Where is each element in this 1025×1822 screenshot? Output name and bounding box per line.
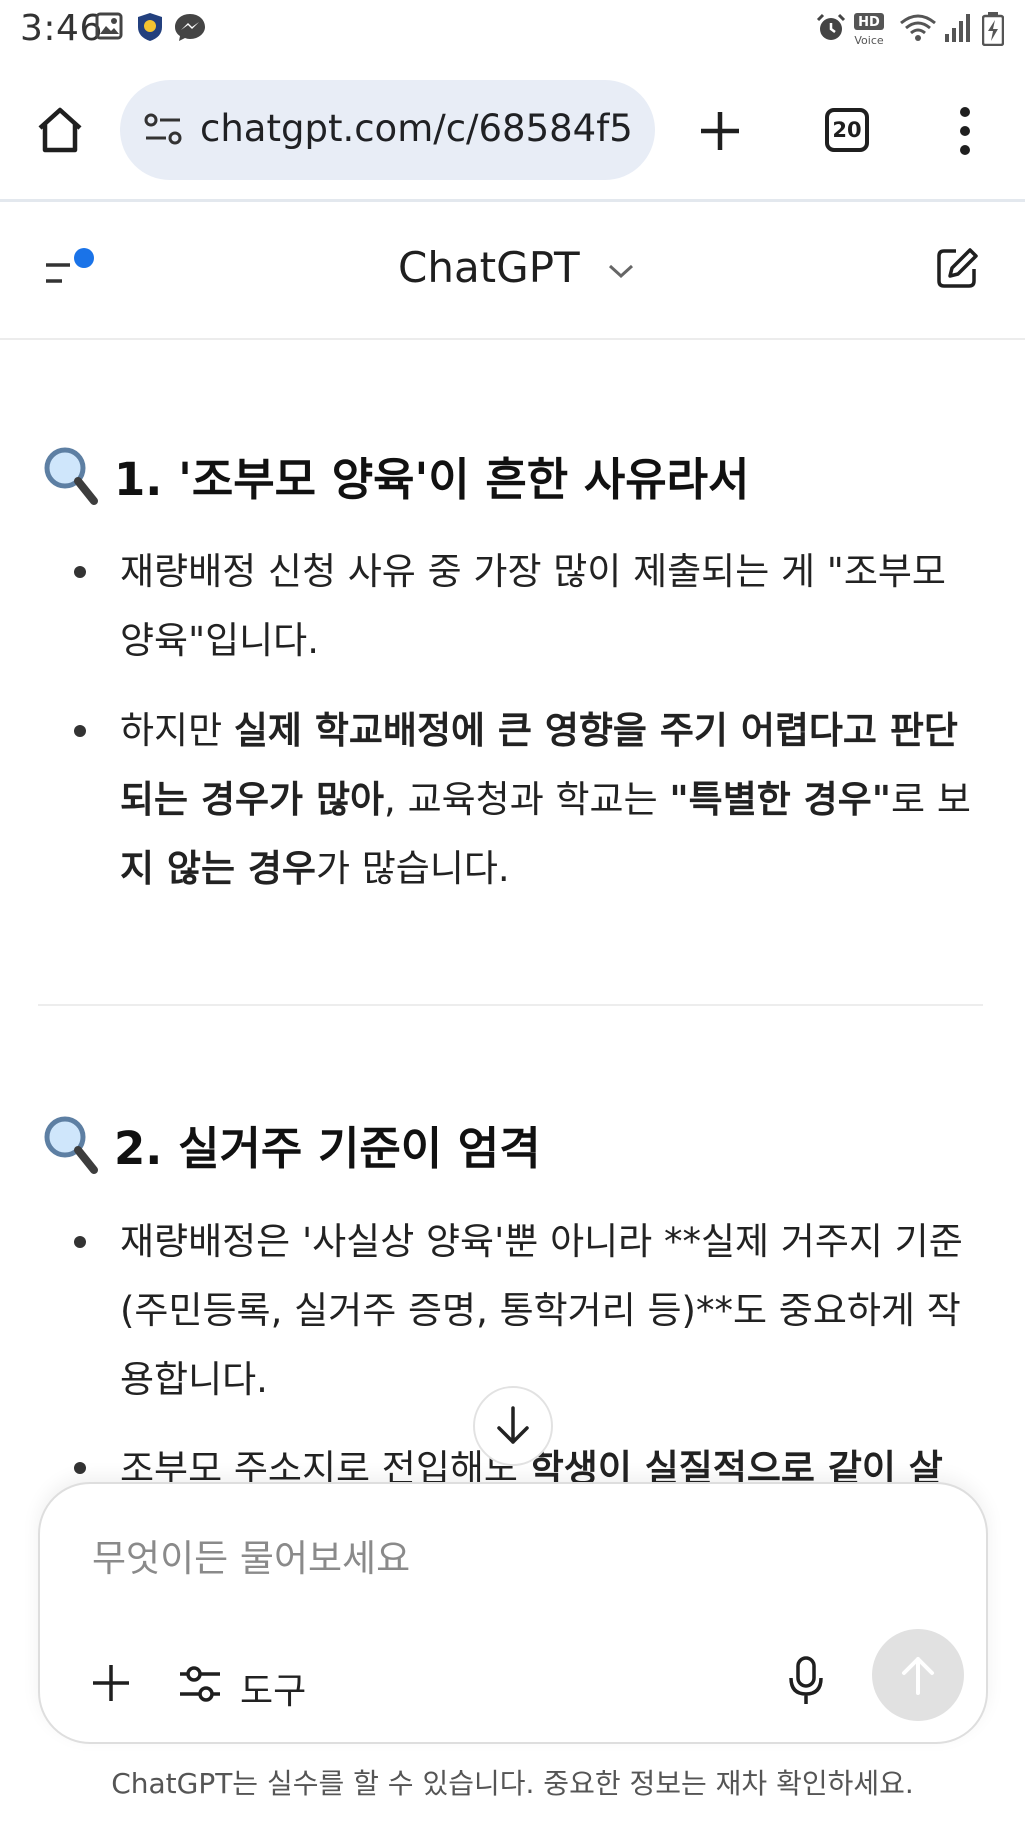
browser-toolbar: chatgpt.com/c/68584f5 20 (0, 62, 1025, 202)
list-item-text: 하지만 (120, 709, 234, 752)
list-item-bold-text: 실제 학교배정에 큰 영향을 주기 어렵다고 판단 (233, 709, 958, 752)
site-info-icon[interactable] (142, 110, 184, 150)
app-header: ChatGPT (0, 205, 1025, 340)
svg-text:HD: HD (858, 15, 880, 30)
gallery-icon (95, 12, 123, 40)
section-heading-text: 1. '조부모 양육'이 흔한 사유라서 (114, 453, 750, 506)
message-composer: 무엇이든 물어보세요 도구 (38, 1482, 988, 1744)
magnifying-glass-icon (44, 447, 98, 505)
list-item-text: 로 보 (891, 778, 971, 821)
list-item-bold-text: 되는 경우가 많아 (120, 778, 385, 821)
list-item-bold-text: 지 않는 경우 (120, 847, 316, 890)
plus-icon[interactable] (90, 1662, 132, 1704)
sidebar-menu-icon[interactable] (44, 247, 100, 291)
tab-switcher-icon[interactable]: 20 (825, 108, 869, 152)
status-bar: 3:46 HD Voice (0, 0, 1025, 62)
list-item-text: 조부모 주소지로 전입해도 (120, 1447, 530, 1482)
page-title: ChatGPT (398, 243, 580, 292)
arrow-down-icon (497, 1406, 529, 1444)
scroll-to-bottom-button[interactable] (473, 1386, 553, 1466)
divider (38, 1004, 983, 1006)
bullet-dot (74, 566, 86, 578)
more-icon[interactable] (955, 106, 975, 156)
new-tab-icon[interactable] (697, 108, 743, 154)
status-time: 3:46 (20, 8, 103, 49)
battery-icon (982, 12, 1004, 46)
bullet-dot (74, 1462, 86, 1474)
list-item-text: (주민등록, 실거주 증명, 통학거리 등)**도 중요하게 작 (120, 1289, 961, 1332)
list-item-text: 재량배정은 '사실상 양육'뿐 아니라 **실제 거주지 기준 (120, 1220, 963, 1263)
hd-voice-icon: HD Voice (854, 13, 884, 46)
bullet-dot (74, 1236, 86, 1248)
list-item: 재량배정은 '사실상 양육'뿐 아니라 **실제 거주지 기준 (주민등록, 실… (120, 1207, 975, 1414)
list-item: 재량배정 신청 사유 중 가장 많이 제출되는 게 "조부모 양육"입니다. (120, 537, 975, 675)
alarm-icon (816, 13, 846, 40)
bullet-dot (74, 725, 86, 737)
new-chat-icon[interactable] (934, 245, 980, 291)
list-item-text: , 교육청과 학교는 (384, 778, 670, 821)
model-selector[interactable]: ChatGPT (398, 243, 635, 292)
prompt-input[interactable]: 무엇이든 물어보세요 (92, 1528, 410, 1582)
list-item-text: 가 많습니다. (315, 847, 510, 890)
list-item: 하지만 실제 학교배정에 큰 영향을 주기 어렵다고 판단 되는 경우가 많아,… (120, 696, 975, 903)
list-item-bold-text: 학생이 실질적으로 같이 살 (529, 1447, 943, 1482)
section-heading: 1. '조부모 양육'이 흔한 사유라서 (42, 443, 749, 508)
section-heading: 2. 실거주 기준이 엄격 (42, 1112, 541, 1177)
chevron-down-icon (609, 264, 634, 278)
section-heading-text: 2. 실거주 기준이 엄격 (114, 1122, 541, 1175)
signal-icon (945, 14, 970, 42)
tools-sliders-icon[interactable] (178, 1664, 222, 1704)
send-button[interactable] (872, 1629, 964, 1721)
magnifying-glass-icon (44, 1116, 98, 1174)
shield-app-icon (138, 13, 162, 41)
url-text[interactable]: chatgpt.com/c/68584f5 (200, 107, 633, 150)
address-bar[interactable]: chatgpt.com/c/68584f5 (120, 80, 655, 180)
list-item-text: 양육"입니다. (120, 619, 319, 662)
wifi-icon (900, 14, 936, 41)
microphone-icon[interactable] (788, 1656, 824, 1706)
list-item-bold-text: "특별한 경우" (669, 778, 892, 821)
messenger-icon (175, 14, 205, 41)
home-icon[interactable] (34, 104, 86, 156)
tools-button[interactable]: 도구 (240, 1662, 306, 1714)
send-arrow-icon (902, 1657, 934, 1695)
list-item-text: 재량배정 신청 사유 중 가장 많이 제출되는 게 "조부모 (120, 550, 946, 593)
list-item-text: 용합니다. (120, 1358, 268, 1401)
disclaimer-text: ChatGPT는 실수를 할 수 있습니다. 중요한 정보는 재차 확인하세요. (111, 1767, 914, 1800)
svg-text:Voice: Voice (854, 34, 884, 46)
